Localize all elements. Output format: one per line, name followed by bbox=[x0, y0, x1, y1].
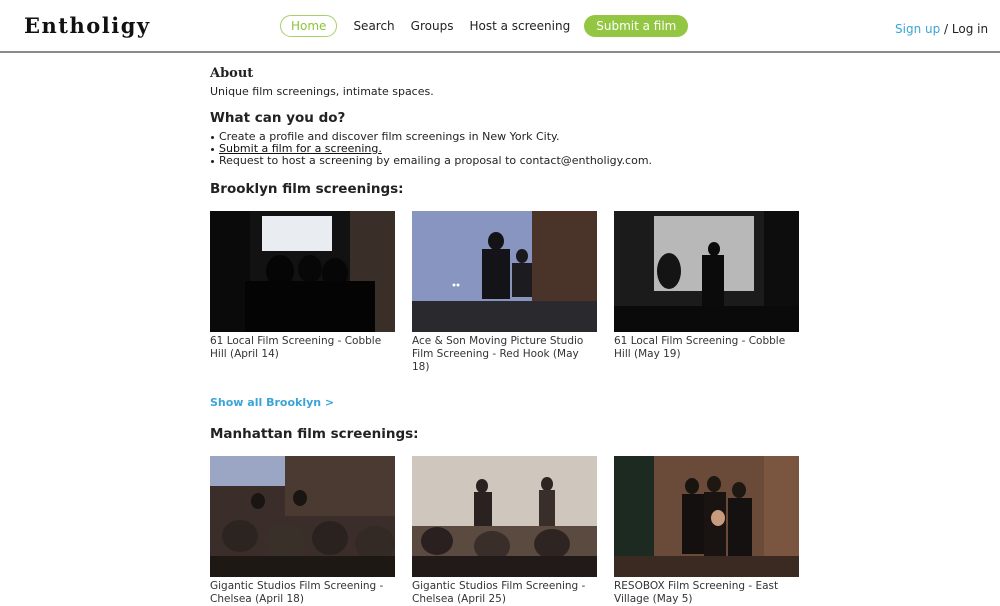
about-heading: About bbox=[210, 66, 254, 81]
nav-host-link[interactable]: Host a screening bbox=[469, 19, 570, 33]
brooklyn-screenings-grid: 61 Local Film Screening - Cobble Hill (A… bbox=[210, 211, 810, 374]
submit-film-button[interactable]: Submit a film bbox=[584, 15, 689, 37]
main-content: About Unique film screenings, intimate s… bbox=[210, 66, 810, 606]
screening-card[interactable]: Gigantic Studios Film Screening - Chelse… bbox=[412, 456, 597, 606]
manhattan-screenings-grid: Gigantic Studios Film Screening - Chelse… bbox=[210, 456, 810, 606]
screening-card[interactable]: RESOBOX Film Screening - East Village (M… bbox=[614, 456, 799, 606]
nav-home-link[interactable]: Home bbox=[280, 15, 338, 37]
screening-caption[interactable]: 61 Local Film Screening - Cobble Hill (M… bbox=[614, 335, 799, 361]
login-link[interactable]: Log in bbox=[952, 22, 988, 36]
screening-card[interactable]: Ace & Son Moving Picture Studio Film Scr… bbox=[412, 211, 597, 374]
screening-thumbnail[interactable] bbox=[614, 456, 799, 577]
screening-caption[interactable]: Gigantic Studios Film Screening - Chelse… bbox=[210, 580, 395, 606]
nav-search-link[interactable]: Search bbox=[353, 19, 394, 33]
screening-thumbnail[interactable] bbox=[412, 211, 597, 332]
screening-caption[interactable]: RESOBOX Film Screening - East Village (M… bbox=[614, 580, 799, 606]
screening-thumbnail[interactable] bbox=[412, 456, 597, 577]
screening-caption[interactable]: Ace & Son Moving Picture Studio Film Scr… bbox=[412, 335, 597, 374]
site-logo[interactable]: Entholigy bbox=[24, 13, 151, 38]
screening-card[interactable]: 61 Local Film Screening - Cobble Hill (A… bbox=[210, 211, 395, 374]
brooklyn-heading: Brooklyn film screenings: bbox=[210, 181, 404, 197]
main-nav: Home Search Groups Host a screening Subm… bbox=[280, 15, 689, 37]
auth-links: Sign up / Log in bbox=[895, 22, 988, 36]
screening-card[interactable]: 61 Local Film Screening - Cobble Hill (M… bbox=[614, 211, 799, 374]
screening-caption[interactable]: 61 Local Film Screening - Cobble Hill (A… bbox=[210, 335, 395, 361]
screening-thumbnail[interactable] bbox=[210, 456, 395, 577]
signup-link[interactable]: Sign up bbox=[895, 22, 940, 36]
auth-separator: / bbox=[940, 22, 952, 36]
nav-groups-link[interactable]: Groups bbox=[411, 19, 454, 33]
what-can-you-do-heading: What can you do? bbox=[210, 110, 346, 126]
screening-caption[interactable]: Gigantic Studios Film Screening - Chelse… bbox=[412, 580, 597, 606]
list-item: Request to host a screening by emailing … bbox=[211, 155, 810, 167]
site-header: Entholigy Home Search Groups Host a scre… bbox=[0, 0, 1000, 53]
about-subtitle: Unique film screenings, intimate spaces. bbox=[210, 85, 434, 98]
screening-thumbnail[interactable] bbox=[614, 211, 799, 332]
manhattan-heading: Manhattan film screenings: bbox=[210, 426, 419, 442]
what-can-you-do-list: Create a profile and discover film scree… bbox=[210, 131, 810, 167]
screening-card[interactable]: Gigantic Studios Film Screening - Chelse… bbox=[210, 456, 395, 606]
show-all-brooklyn-link[interactable]: Show all Brooklyn > bbox=[210, 396, 810, 409]
screening-thumbnail[interactable] bbox=[210, 211, 395, 332]
